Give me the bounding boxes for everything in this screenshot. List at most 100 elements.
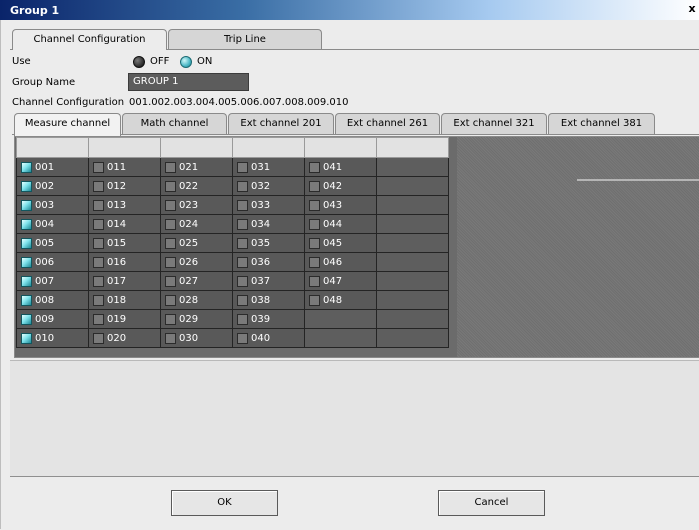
- channel-cell[interactable]: 019: [88, 309, 161, 329]
- channel-checkbox[interactable]: [21, 256, 32, 268]
- channel-checkbox[interactable]: [237, 237, 248, 249]
- channel-cell[interactable]: 044: [304, 214, 377, 234]
- channel-cell[interactable]: 011: [88, 157, 161, 177]
- channel-cell[interactable]: 016: [88, 252, 161, 272]
- channel-cell[interactable]: 010: [16, 328, 89, 348]
- channel-cell[interactable]: 008: [16, 290, 89, 310]
- channel-checkbox[interactable]: [21, 294, 32, 306]
- channel-cell[interactable]: 018: [88, 290, 161, 310]
- channel-checkbox[interactable]: [93, 180, 104, 192]
- channel-cell[interactable]: 028: [160, 290, 233, 310]
- channel-checkbox[interactable]: [21, 332, 32, 344]
- channel-checkbox[interactable]: [309, 180, 320, 192]
- channel-cell[interactable]: 046: [304, 252, 377, 272]
- channel-checkbox[interactable]: [93, 218, 104, 230]
- channel-checkbox[interactable]: [237, 332, 248, 344]
- channel-cell[interactable]: 030: [160, 328, 233, 348]
- channel-cell[interactable]: 017: [88, 271, 161, 291]
- channel-checkbox[interactable]: [165, 161, 176, 173]
- channel-checkbox[interactable]: [237, 294, 248, 306]
- channel-cell[interactable]: 003: [16, 195, 89, 215]
- channel-checkbox[interactable]: [21, 180, 32, 192]
- channel-checkbox[interactable]: [237, 256, 248, 268]
- channel-cell[interactable]: 029: [160, 309, 233, 329]
- channel-cell[interactable]: 041: [304, 157, 377, 177]
- channel-checkbox[interactable]: [21, 313, 32, 325]
- channel-cell[interactable]: 035: [232, 233, 305, 253]
- channel-cell[interactable]: 014: [88, 214, 161, 234]
- channel-checkbox[interactable]: [21, 161, 32, 173]
- channel-checkbox[interactable]: [309, 256, 320, 268]
- channel-cell[interactable]: 023: [160, 195, 233, 215]
- channel-cell[interactable]: 034: [232, 214, 305, 234]
- channel-cell[interactable]: 005: [16, 233, 89, 253]
- channel-checkbox[interactable]: [93, 237, 104, 249]
- channel-cell[interactable]: 031: [232, 157, 305, 177]
- channel-checkbox[interactable]: [237, 313, 248, 325]
- channel-cell[interactable]: 015: [88, 233, 161, 253]
- channel-cell[interactable]: 045: [304, 233, 377, 253]
- channel-cell[interactable]: 032: [232, 176, 305, 196]
- channel-checkbox[interactable]: [237, 218, 248, 230]
- tab-ext-channel-261[interactable]: Ext channel 261: [335, 113, 440, 134]
- off-radio[interactable]: [133, 56, 145, 68]
- channel-checkbox[interactable]: [93, 256, 104, 268]
- channel-cell[interactable]: 022: [160, 176, 233, 196]
- channel-checkbox[interactable]: [309, 294, 320, 306]
- channel-checkbox[interactable]: [93, 313, 104, 325]
- channel-checkbox[interactable]: [93, 332, 104, 344]
- tab-ext-channel-381[interactable]: Ext channel 381: [548, 113, 655, 134]
- channel-cell[interactable]: 042: [304, 176, 377, 196]
- channel-cell[interactable]: 040: [232, 328, 305, 348]
- channel-checkbox[interactable]: [237, 161, 248, 173]
- channel-cell[interactable]: 036: [232, 252, 305, 272]
- channel-checkbox[interactable]: [237, 275, 248, 287]
- channel-cell[interactable]: 037: [232, 271, 305, 291]
- channel-checkbox[interactable]: [165, 218, 176, 230]
- channel-cell[interactable]: 043: [304, 195, 377, 215]
- group-name-input[interactable]: GROUP 1: [128, 73, 249, 91]
- channel-checkbox[interactable]: [21, 218, 32, 230]
- channel-checkbox[interactable]: [21, 199, 32, 211]
- channel-checkbox[interactable]: [309, 161, 320, 173]
- channel-cell[interactable]: 024: [160, 214, 233, 234]
- channel-checkbox[interactable]: [93, 161, 104, 173]
- channel-checkbox[interactable]: [309, 237, 320, 249]
- channel-cell[interactable]: 013: [88, 195, 161, 215]
- channel-checkbox[interactable]: [21, 237, 32, 249]
- channel-cell[interactable]: 021: [160, 157, 233, 177]
- channel-cell[interactable]: 038: [232, 290, 305, 310]
- tab-channel-configuration[interactable]: Channel Configuration: [12, 29, 167, 50]
- ok-button[interactable]: OK: [171, 490, 278, 516]
- tab-measure-channel[interactable]: Measure channel: [14, 113, 121, 136]
- channel-checkbox[interactable]: [93, 199, 104, 211]
- channel-checkbox[interactable]: [165, 199, 176, 211]
- channel-cell[interactable]: 007: [16, 271, 89, 291]
- close-icon[interactable]: x: [685, 3, 699, 17]
- tab-trip-line[interactable]: Trip Line: [168, 29, 322, 49]
- channel-checkbox[interactable]: [237, 199, 248, 211]
- channel-checkbox[interactable]: [309, 199, 320, 211]
- channel-cell[interactable]: 004: [16, 214, 89, 234]
- channel-cell[interactable]: 006: [16, 252, 89, 272]
- tab-ext-channel-321[interactable]: Ext channel 321: [441, 113, 547, 134]
- channel-checkbox[interactable]: [165, 237, 176, 249]
- channel-cell[interactable]: 026: [160, 252, 233, 272]
- channel-cell[interactable]: 020: [88, 328, 161, 348]
- channel-checkbox[interactable]: [309, 275, 320, 287]
- cancel-button[interactable]: Cancel: [438, 490, 545, 516]
- channel-checkbox[interactable]: [93, 275, 104, 287]
- channel-cell[interactable]: 002: [16, 176, 89, 196]
- channel-checkbox[interactable]: [21, 275, 32, 287]
- channel-cell[interactable]: 001: [16, 157, 89, 177]
- channel-cell[interactable]: 025: [160, 233, 233, 253]
- channel-cell[interactable]: 048: [304, 290, 377, 310]
- channel-cell[interactable]: 039: [232, 309, 305, 329]
- tab-math-channel[interactable]: Math channel: [122, 113, 227, 134]
- channel-checkbox[interactable]: [165, 294, 176, 306]
- channel-checkbox[interactable]: [165, 313, 176, 325]
- channel-cell[interactable]: 012: [88, 176, 161, 196]
- channel-checkbox[interactable]: [165, 256, 176, 268]
- channel-checkbox[interactable]: [165, 180, 176, 192]
- tab-ext-channel-201[interactable]: Ext channel 201: [228, 113, 334, 134]
